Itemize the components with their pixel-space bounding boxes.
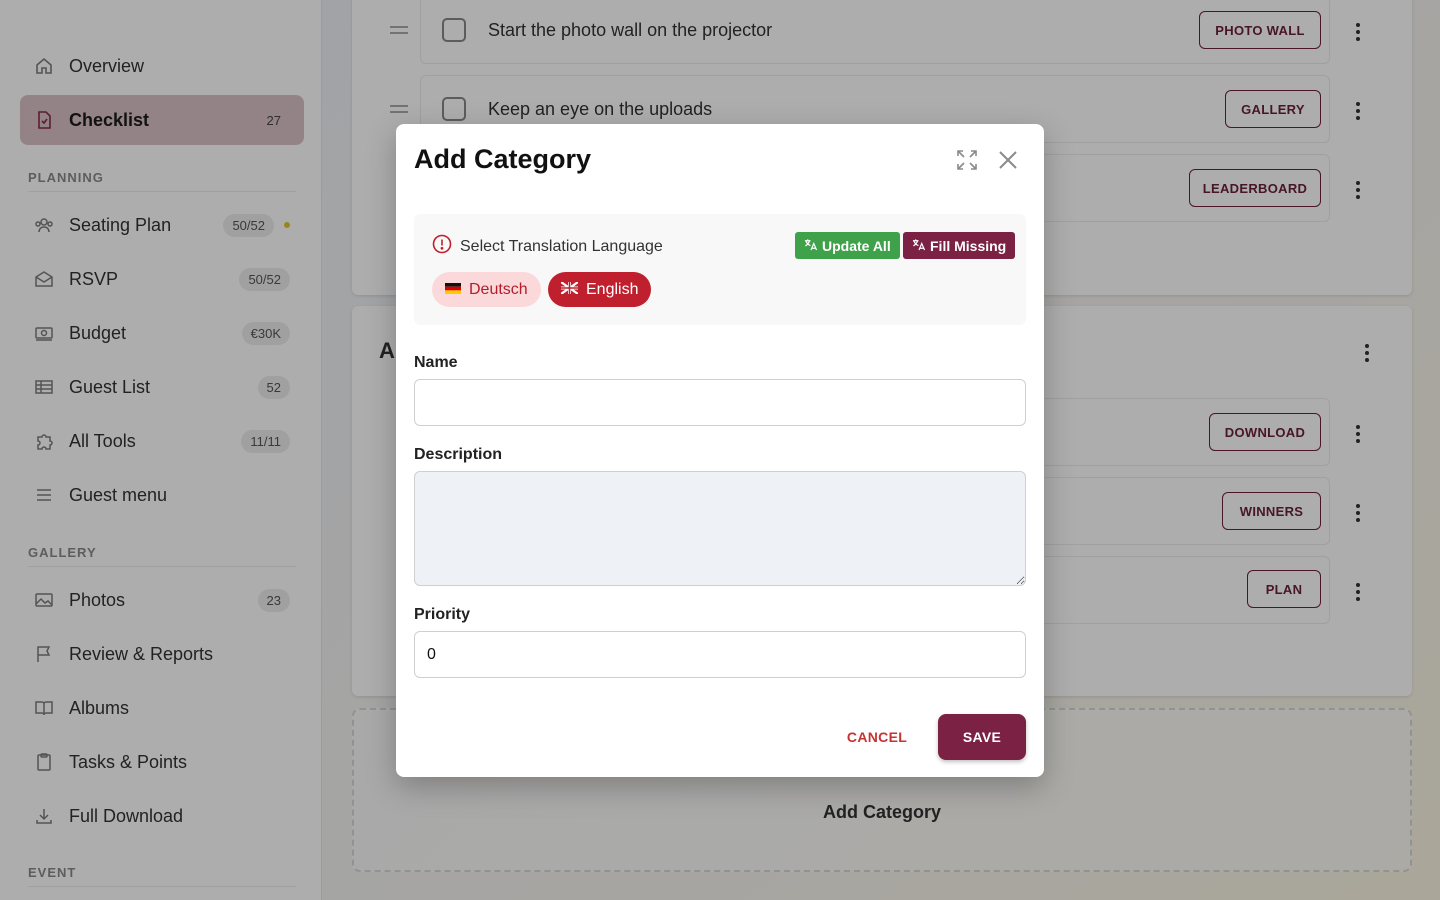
description-textarea[interactable] [414,471,1026,586]
language-label: English [586,280,639,298]
language-pill-english[interactable]: English [548,272,652,307]
fill-missing-label: Fill Missing [930,237,1007,254]
name-label: Name [414,354,458,371]
update-all-label: Update All [822,237,891,254]
close-icon[interactable] [994,146,1022,174]
priority-input[interactable] [414,631,1026,678]
translation-label: Select Translation Language [460,237,663,255]
save-button[interactable]: SAVE [938,714,1026,760]
uk-flag-icon [560,280,579,299]
priority-label: Priority [414,606,471,623]
dialog-title: Add Category [414,144,592,174]
translate-icon [912,238,926,254]
fill-missing-button[interactable]: Fill Missing [903,232,1016,259]
german-flag-icon [445,281,461,299]
fullscreen-icon[interactable] [953,146,981,174]
add-category-dialog: Add Category Select Translation Language… [396,124,1044,777]
language-pill-deutsch[interactable]: Deutsch [432,272,541,307]
alert-circle-icon [432,234,452,259]
translate-icon [804,238,818,254]
description-label: Description [414,446,503,463]
update-all-button[interactable]: Update All [795,232,900,259]
translation-header: Select Translation Language [432,234,663,259]
translation-panel: Select Translation Language Update All F… [414,214,1026,325]
name-input[interactable] [414,379,1026,426]
language-label: Deutsch [469,280,528,298]
cancel-button[interactable]: CANCEL [836,719,918,755]
